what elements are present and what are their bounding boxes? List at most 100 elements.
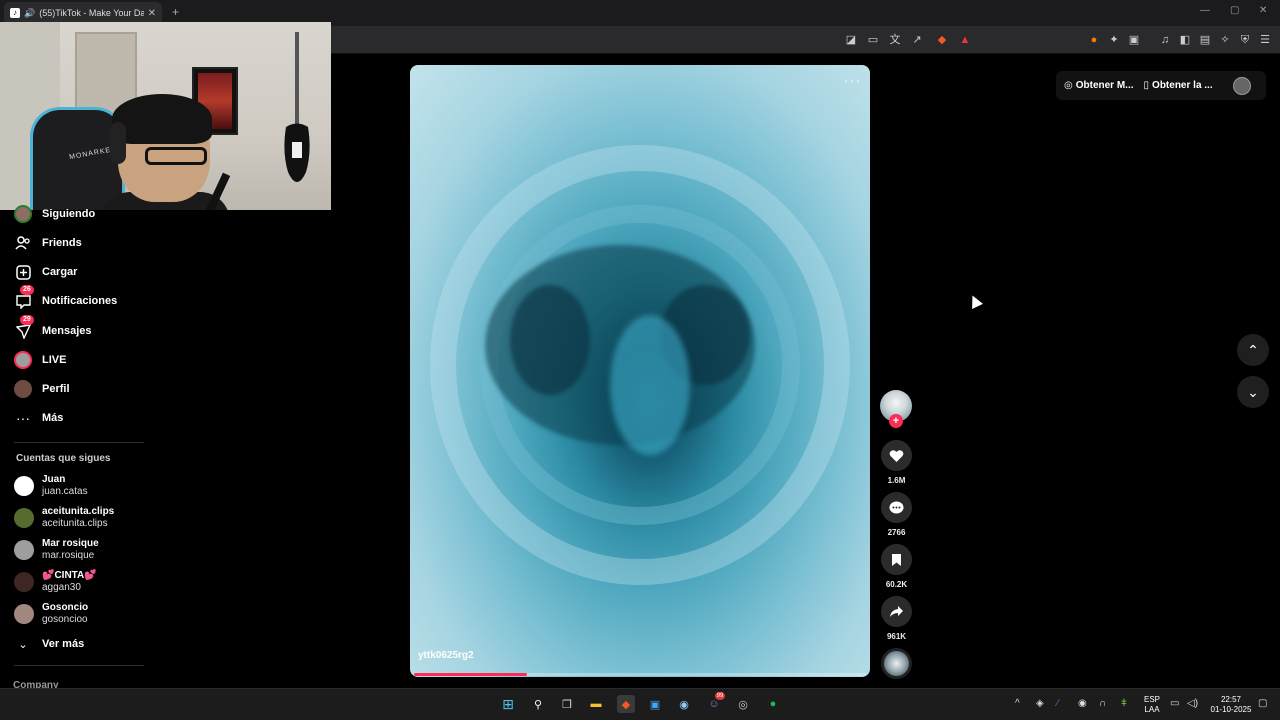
sidebar-item-profile[interactable]: Perfil: [14, 378, 70, 400]
sidebar-item-messages[interactable]: 29 Mensajes: [14, 315, 92, 342]
sidebar-item-upload[interactable]: Cargar: [14, 261, 77, 283]
get-app-label: Obtener M...: [1075, 80, 1134, 91]
previous-video-button[interactable]: ⌃: [1237, 334, 1269, 366]
sidebar-item-friends[interactable]: Friends: [14, 232, 82, 254]
follow-plus-icon[interactable]: +: [889, 414, 903, 428]
tab-close-icon[interactable]: ✕: [148, 8, 156, 19]
volume-icon[interactable]: ◁): [1187, 698, 1198, 709]
clock-time: 22:57: [1220, 695, 1242, 704]
save-button[interactable]: [881, 544, 912, 575]
webcam-guitar: [284, 32, 310, 182]
tray-app-icon[interactable]: ◈: [1036, 698, 1044, 709]
messages-badge: 29: [20, 315, 34, 325]
friends-icon: [14, 234, 32, 252]
network-icon[interactable]: ▭: [1170, 698, 1179, 709]
photos-icon[interactable]: ▣: [646, 695, 664, 713]
messages-icon: 29: [14, 315, 34, 340]
brave-shield-icon[interactable]: ◆: [935, 33, 949, 47]
sidebar-item-following[interactable]: Siguiendo: [14, 203, 95, 225]
translate-icon[interactable]: 文: [888, 33, 902, 47]
sidebar-item-more[interactable]: ··· Más: [14, 407, 63, 429]
chevron-up-icon: ⌃: [1247, 341, 1259, 358]
share-count: 961K: [886, 632, 907, 641]
discord-icon[interactable]: ☺ 99: [705, 692, 725, 713]
video-progress-bar[interactable]: [414, 673, 866, 676]
tray-feather-icon[interactable]: ∕: [1057, 698, 1059, 709]
followed-account[interactable]: aceitunita.clips aceitunita.clips: [14, 506, 114, 530]
video-more-options-icon[interactable]: ···: [844, 72, 861, 88]
more-icon: ···: [16, 410, 30, 426]
account-handle: aceitunita.clips: [42, 518, 108, 529]
account-name: Juan: [42, 474, 66, 485]
bookmark-icon: [892, 553, 901, 566]
maximize-button[interactable]: ▢: [1230, 5, 1239, 16]
cast-icon[interactable]: ▭: [866, 33, 880, 47]
wallet-icon[interactable]: ▤: [1198, 33, 1212, 47]
no-ai-icon[interactable]: ◪: [844, 33, 858, 47]
followed-account[interactable]: Juan juan.catas: [14, 474, 88, 498]
comment-button[interactable]: [881, 492, 912, 523]
notification-center-icon[interactable]: ▢: [1258, 698, 1267, 709]
app-icon: ◎: [1064, 80, 1073, 91]
followed-account[interactable]: Mar rosique mar.rosique: [14, 538, 99, 562]
clock[interactable]: 22:57 01-10-2025: [1206, 695, 1256, 715]
account-handle: gosoncioo: [42, 614, 88, 625]
sidebar-item-live[interactable]: LIVE: [14, 349, 66, 371]
screenshot-icon[interactable]: ▣: [1127, 33, 1141, 47]
media-icon[interactable]: ♫: [1158, 33, 1172, 47]
brave-browser-icon[interactable]: ◆: [617, 695, 635, 713]
like-button[interactable]: [881, 440, 912, 471]
chevron-down-icon: ⌄: [18, 638, 28, 651]
account-handle: juan.catas: [42, 486, 88, 497]
music-disc-icon[interactable]: [881, 648, 912, 679]
share-button[interactable]: [881, 596, 912, 627]
share-icon[interactable]: ↗: [910, 33, 924, 47]
tray-steam-icon[interactable]: ◉: [1078, 698, 1087, 709]
menu-icon[interactable]: ☰: [1258, 33, 1272, 47]
search-icon[interactable]: ⚲: [529, 695, 547, 713]
see-more-button[interactable]: ⌄ Ver más: [14, 633, 84, 655]
brave-rewards-icon[interactable]: ▲: [958, 33, 972, 47]
sidebar-item-label: Cargar: [42, 266, 78, 278]
notifications-badge: 26: [20, 285, 34, 295]
sidebar-toggle-icon[interactable]: ◧: [1178, 33, 1192, 47]
file-explorer-icon[interactable]: ▬: [587, 695, 605, 713]
spotify-icon[interactable]: ●: [764, 695, 782, 713]
task-view-icon[interactable]: ❐: [558, 695, 576, 713]
next-video-button[interactable]: ⌄: [1237, 376, 1269, 408]
language-indicator[interactable]: ESP LAA: [1140, 695, 1164, 715]
account-avatar: [14, 508, 34, 528]
windows-start-icon[interactable]: ⊞: [499, 695, 517, 713]
vpn-icon[interactable]: ⛨: [1238, 33, 1252, 47]
headphones-icon[interactable]: ∩: [1099, 698, 1106, 709]
extensions-icon[interactable]: ✦: [1107, 33, 1121, 47]
webcam-headphones: [110, 122, 126, 164]
extension-fire-icon[interactable]: ●: [1087, 33, 1101, 47]
get-app-button[interactable]: ◎ Obtener M...: [1064, 80, 1134, 91]
followed-account[interactable]: Gosoncio gosoncioo: [14, 602, 88, 626]
account-handle: aggan30: [42, 582, 81, 593]
video-player[interactable]: [410, 65, 870, 677]
video-author-username[interactable]: yttk0625rg2: [418, 650, 474, 661]
browser-tab[interactable]: ♪ 🔊 (55)TikTok - Make Your Day ✕: [4, 2, 162, 24]
leo-ai-icon[interactable]: ✧: [1218, 33, 1232, 47]
account-handle: mar.rosique: [42, 550, 95, 561]
webcam-glasses: [145, 147, 207, 165]
get-mobile-app-button[interactable]: ▯ Obtener la ...: [1144, 80, 1213, 91]
save-count: 60.2K: [885, 580, 908, 589]
comment-icon: [889, 501, 904, 513]
speaker-icon[interactable]: 🔊: [24, 8, 35, 19]
steam-icon[interactable]: ◉: [675, 695, 693, 713]
tray-overflow-icon[interactable]: ^: [1015, 698, 1020, 709]
profile-avatar[interactable]: [1233, 77, 1251, 95]
microphone-icon[interactable]: ǂ: [1121, 698, 1127, 709]
chevron-down-icon: ⌄: [1247, 383, 1259, 400]
sidebar-item-notifications[interactable]: 26 Notificaciones: [14, 285, 117, 312]
followed-account[interactable]: 💕CINTA💕 aggan30: [14, 570, 97, 594]
obs-icon[interactable]: ◎: [734, 695, 752, 713]
inbox-icon: 26: [14, 285, 34, 310]
sidebar-item-label: Mensajes: [42, 325, 92, 337]
window-close-button[interactable]: ✕: [1259, 5, 1267, 16]
minimize-button[interactable]: —: [1200, 5, 1210, 16]
new-tab-button[interactable]: +: [172, 5, 179, 19]
